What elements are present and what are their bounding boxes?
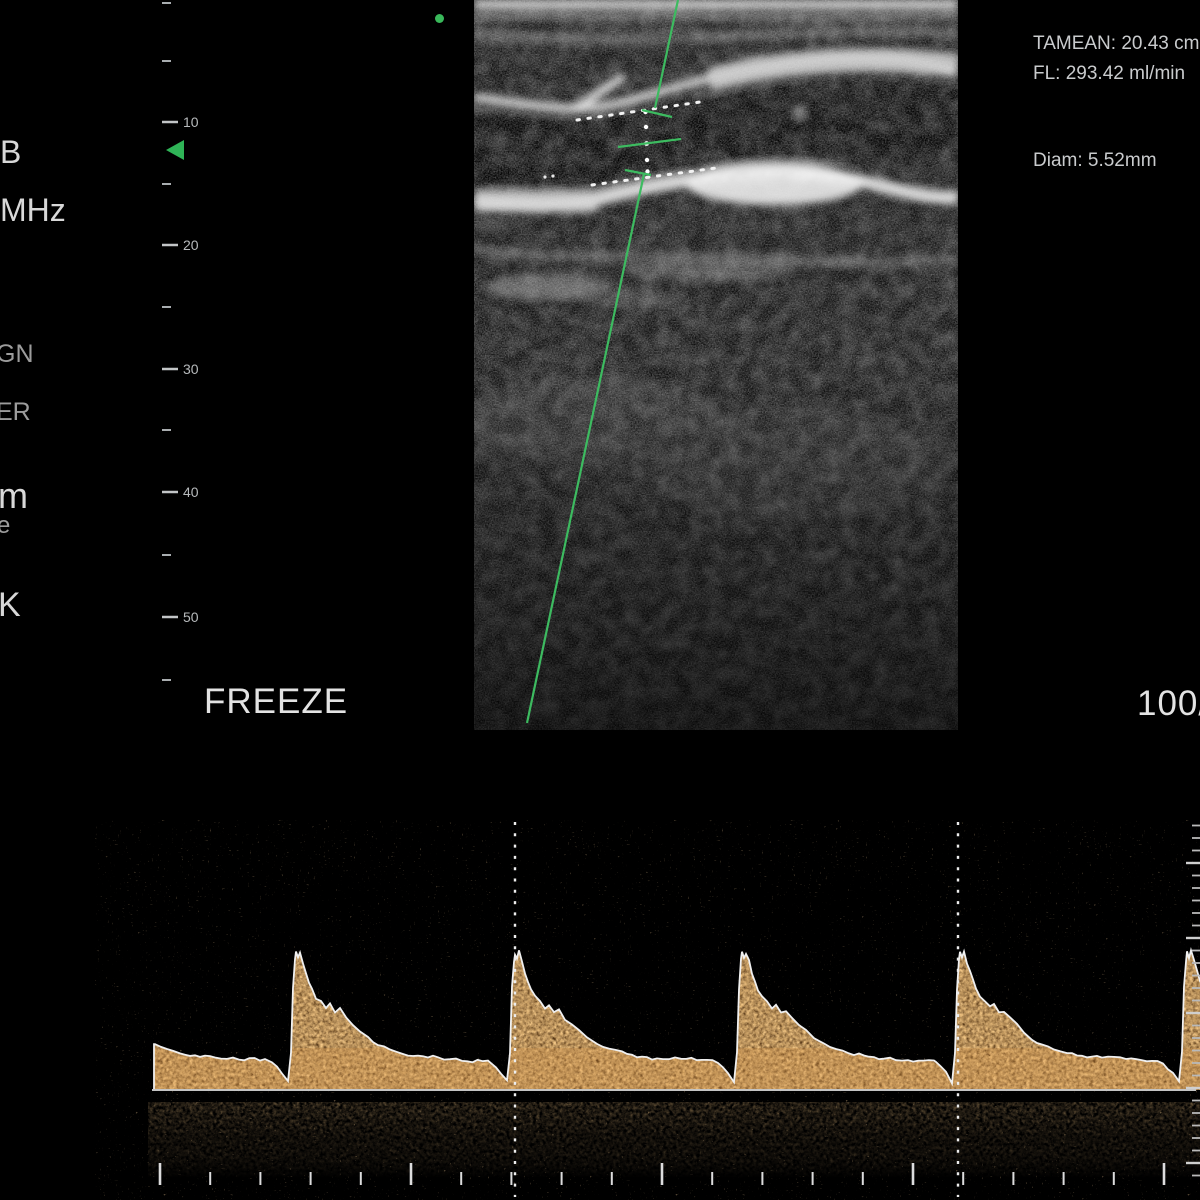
flow-readout: FL: 293.42 ml/min <box>1033 63 1185 85</box>
ruler-minor-ticks <box>162 3 171 680</box>
depth-ruler: 10 20 30 40 50 <box>152 0 222 700</box>
left-label-er: ER <box>0 400 31 425</box>
left-label-b: B <box>0 136 21 168</box>
diameter-readout: Diam: 5.52mm <box>1033 150 1157 172</box>
svg-text:40: 40 <box>183 484 199 500</box>
tamean-readout: TAMEAN: 20.43 cm <box>1033 33 1199 55</box>
left-label-mhz: MHz <box>0 194 66 226</box>
svg-text:20: 20 <box>183 237 199 253</box>
svg-text:50: 50 <box>183 609 199 625</box>
bmode-image <box>474 0 958 730</box>
focus-marker-icon[interactable] <box>165 139 185 161</box>
left-label-m: m <box>0 478 28 514</box>
active-indicator-dot-icon <box>435 14 444 23</box>
ultrasound-screen: B MHz GN ER m e K 10 20 30 40 50 <box>0 0 1200 1200</box>
mirror-artifact-band <box>150 1102 1200 1176</box>
ruler-major-ticks <box>162 122 178 617</box>
ruler-labels: 10 20 30 40 50 <box>183 114 199 625</box>
left-label-e: e <box>0 514 10 538</box>
scale-right-value: 100/ <box>1137 686 1200 721</box>
left-label-k: K <box>0 588 21 622</box>
left-label-gn: GN <box>0 342 34 367</box>
svg-text:10: 10 <box>183 114 199 130</box>
spectral-doppler-display <box>0 820 1200 1200</box>
svg-text:30: 30 <box>183 361 199 377</box>
freeze-status: FREEZE <box>204 684 348 719</box>
